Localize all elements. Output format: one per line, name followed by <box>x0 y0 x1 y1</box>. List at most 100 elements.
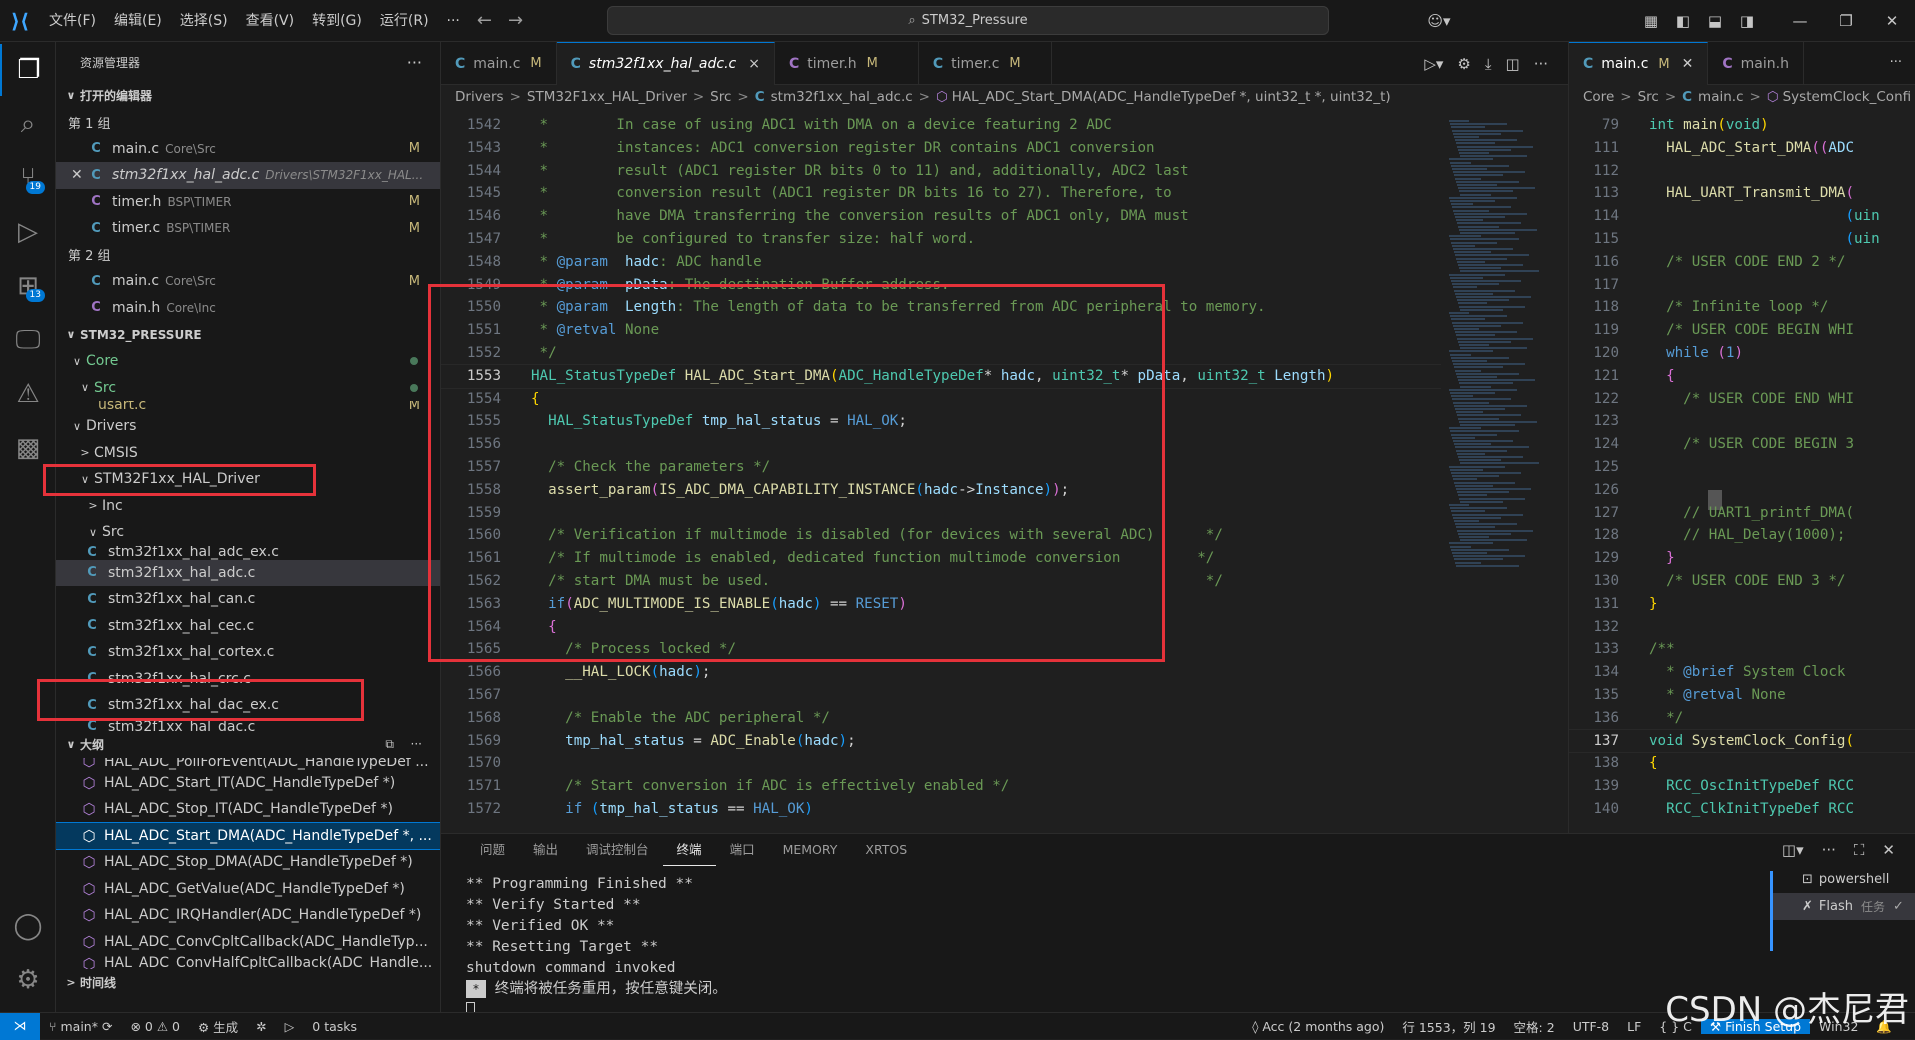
code-line[interactable]: 133 /** <box>1569 638 1915 661</box>
code-line[interactable]: 1557 /* Check the parameters */ <box>441 456 1541 479</box>
code-line[interactable]: 122 /* USER CODE END WHI <box>1569 388 1915 411</box>
tree-folder-inc[interactable]: > Inc <box>56 493 440 520</box>
panel-tab-terminal[interactable]: 终端 <box>662 834 716 866</box>
menu-view[interactable]: 查看(V) <box>237 0 304 42</box>
remote-icon[interactable]: ⋊ <box>0 1012 40 1040</box>
tab-main-c[interactable]: Cmain.c M <box>441 42 557 85</box>
more-actions-icon[interactable]: ··· <box>1534 55 1548 73</box>
explorer-icon[interactable]: ❐ <box>0 44 56 96</box>
code-line[interactable]: 136 */ <box>1569 707 1915 730</box>
code-line[interactable]: 140 RCC_ClkInitTypeDef RCC <box>1569 798 1915 821</box>
project-header[interactable]: ∨ STM32_PRESSURE <box>56 321 440 348</box>
tree-folder-drivers[interactable]: ∨ Drivers <box>56 413 440 440</box>
layout-customize-icon[interactable]: ▦ <box>1635 12 1667 30</box>
menu-file[interactable]: 文件(F) <box>40 0 105 42</box>
toggle-panel-icon[interactable]: ⬓ <box>1699 12 1731 30</box>
more-actions-icon[interactable]: ··· <box>1890 55 1902 70</box>
search-view-icon[interactable]: ⌕ <box>0 98 56 150</box>
run-debug-icon[interactable]: ▷ <box>0 206 56 258</box>
outline-item[interactable]: ⬡ HAL_ADC_PollForEvent(ADC_HandleTypeDef … <box>56 758 440 770</box>
code-line[interactable]: 1568 /* Enable the ADC peripheral */ <box>441 707 1541 730</box>
code-line[interactable]: 116 /* USER CODE END 2 */ <box>1569 251 1915 274</box>
breadcrumb-item[interactable]: Drivers <box>455 89 504 105</box>
split-editor-icon[interactable]: ◫ <box>1506 55 1520 73</box>
code-line[interactable]: 129 } <box>1569 547 1915 570</box>
encoding-status[interactable]: UTF-8 <box>1564 1019 1618 1034</box>
source-control-icon[interactable]: ⑂ 19 <box>0 152 56 204</box>
outline-item-selected[interactable]: ⬡ HAL_ADC_Start_DMA(ADC_HandleTypeDef *, … <box>56 821 440 850</box>
code-line[interactable]: 113 HAL_UART_Transmit_DMA( <box>1569 182 1915 205</box>
breadcrumb-item[interactable]: SystemClock_Confi <box>1783 89 1912 105</box>
outline-item[interactable]: ⬡ HAL_ADC_ConvCpltCallback(ADC_HandleTyp.… <box>56 929 440 956</box>
panel-tab-debug-console[interactable]: 调试控制台 <box>572 834 663 866</box>
settings-gear-icon[interactable]: ⚙ <box>0 954 56 1006</box>
code-line[interactable]: 1572 if (tmp_hal_status == HAL_OK) <box>441 798 1541 821</box>
tab-timer-h[interactable]: Ctimer.h M <box>775 42 919 85</box>
outline-item[interactable]: ⬡ HAL_ADC_Stop_DMA(ADC_HandleTypeDef *) <box>56 849 440 876</box>
code-line[interactable]: 1549 * @param pData: The destination Buf… <box>441 274 1541 297</box>
download-icon[interactable]: ⤓ <box>1485 55 1492 73</box>
code-line[interactable]: 134 * @brief System Clock <box>1569 661 1915 684</box>
code-line[interactable]: 114 (uin <box>1569 205 1915 228</box>
tree-folder-hal-driver[interactable]: ∨ STM32F1xx_HAL_Driver <box>56 466 440 493</box>
panel-tab-xrtos[interactable]: XRTOS <box>851 834 921 866</box>
outline-item[interactable]: ⬡ HAL_ADC_IRQHandler(ADC_HandleTypeDef *) <box>56 902 440 929</box>
account-icon[interactable]: ◯ <box>0 900 56 952</box>
panel-tab-problems[interactable]: 问题 <box>466 834 519 866</box>
close-panel-icon[interactable]: ✕ <box>1882 841 1895 859</box>
code-line[interactable]: 138 { <box>1569 752 1915 775</box>
open-editor-item-active[interactable]: ✕ Cstm32f1xx_hal_adc.c Drivers\STM32F1xx_H… <box>56 162 440 189</box>
code-line[interactable]: 79 int main(void) <box>1569 114 1915 137</box>
code-line[interactable]: 1547 * be configured to transfer size: h… <box>441 228 1541 251</box>
code-editor-side[interactable]: 79 int main(void) 111 HAL_ADC_Start_DMA((A… <box>1569 114 1915 833</box>
outline-item[interactable]: ⬡ HAL_ADC_GetValue(ADC_HandleTypeDef *) <box>56 876 440 903</box>
tab-timer-c[interactable]: Ctimer.c M <box>919 42 1052 85</box>
tree-file[interactable]: Cstm32f1xx_hal_cortex.c <box>56 639 440 666</box>
tree-file[interactable]: Cstm32f1xx_hal_can.c <box>56 586 440 613</box>
close-icon[interactable]: ✕ <box>71 167 86 183</box>
tab-hal-adc-c[interactable]: Cstm32f1xx_hal_adc.c × <box>556 42 775 85</box>
close-window-icon[interactable]: ✕ <box>1869 12 1915 30</box>
maximize-panel-icon[interactable]: ⛶ <box>1854 841 1865 859</box>
code-line[interactable]: 1566 __HAL_LOCK(hadc); <box>441 661 1541 684</box>
build-status[interactable]: ⚙ 生成 <box>189 1017 247 1036</box>
panel-tab-memory[interactable]: MEMORY <box>769 834 852 866</box>
open-editors-header[interactable]: ∨ 打开的编辑器 <box>56 82 440 109</box>
code-line[interactable]: 1553 HAL_StatusTypeDef HAL_ADC_Start_DMA(… <box>441 363 1541 389</box>
code-line[interactable]: 1543 * instances: ADC1 conversion regist… <box>441 137 1541 160</box>
code-line[interactable]: 1570 <box>441 752 1541 775</box>
code-line[interactable]: 115 (uin <box>1569 228 1915 251</box>
terminal-output[interactable]: ** Programming Finished ** ** Verify Sta… <box>466 874 1736 1019</box>
breadcrumb-item[interactable]: Src <box>1638 89 1659 105</box>
code-line[interactable]: 1551 * @retval None <box>441 319 1541 342</box>
code-line[interactable]: 135 * @retval None <box>1569 684 1915 707</box>
code-line[interactable]: 123 <box>1569 410 1915 433</box>
code-line[interactable]: 1561 /* If multimode is enabled, dedicat… <box>441 547 1541 570</box>
code-line[interactable]: 1567 <box>441 684 1541 707</box>
tree-folder-core[interactable]: ∨ Core <box>56 348 440 375</box>
code-line[interactable]: 1542 * In case of using ADC1 with DMA on… <box>441 114 1541 137</box>
toggle-secondary-sidebar-icon[interactable]: ◨ <box>1731 12 1763 30</box>
minimap[interactable] <box>1441 114 1568 833</box>
code-line[interactable]: 1550 * @param Length: The length of data… <box>441 296 1541 319</box>
restore-icon[interactable]: ❐ <box>1823 12 1869 30</box>
copilot-icon[interactable]: ☺▾ <box>1423 12 1455 30</box>
code-line[interactable]: 117 <box>1569 274 1915 297</box>
branch-status[interactable]: ⑂ main* ⟳ <box>40 1019 121 1034</box>
menu-edit[interactable]: 编辑(E) <box>105 0 171 42</box>
code-line[interactable]: 1564 { <box>441 616 1541 639</box>
close-tab-icon[interactable]: ✕ <box>1682 56 1694 72</box>
run-status-icon[interactable]: ▷ <box>276 1019 304 1034</box>
open-editor-item[interactable]: Ctimer.c BSP\TIMER M <box>56 215 440 242</box>
terminal-item-flash[interactable]: ✗ Flash 任务 ✓ <box>1770 893 1915 920</box>
code-line[interactable]: 1552 */ <box>441 342 1541 365</box>
code-line[interactable]: 1558 assert_param(IS_ADC_DMA_CAPABILITY_… <box>441 479 1541 502</box>
problems-status[interactable]: ⊗ 0 ⚠ 0 <box>121 1019 189 1034</box>
code-line[interactable]: 1544 * result (ADC1 register DR bits 0 t… <box>441 160 1541 183</box>
tree-folder-cmsis[interactable]: > CMSIS <box>56 440 440 467</box>
code-line[interactable]: 125 <box>1569 456 1915 479</box>
code-line[interactable]: 130 /* USER CODE END 3 */ <box>1569 570 1915 593</box>
more-actions-icon[interactable]: ··· <box>407 53 422 72</box>
code-line[interactable]: 1556 <box>441 433 1541 456</box>
code-line[interactable]: 1545 * conversion result (ADC1 register … <box>441 182 1541 205</box>
